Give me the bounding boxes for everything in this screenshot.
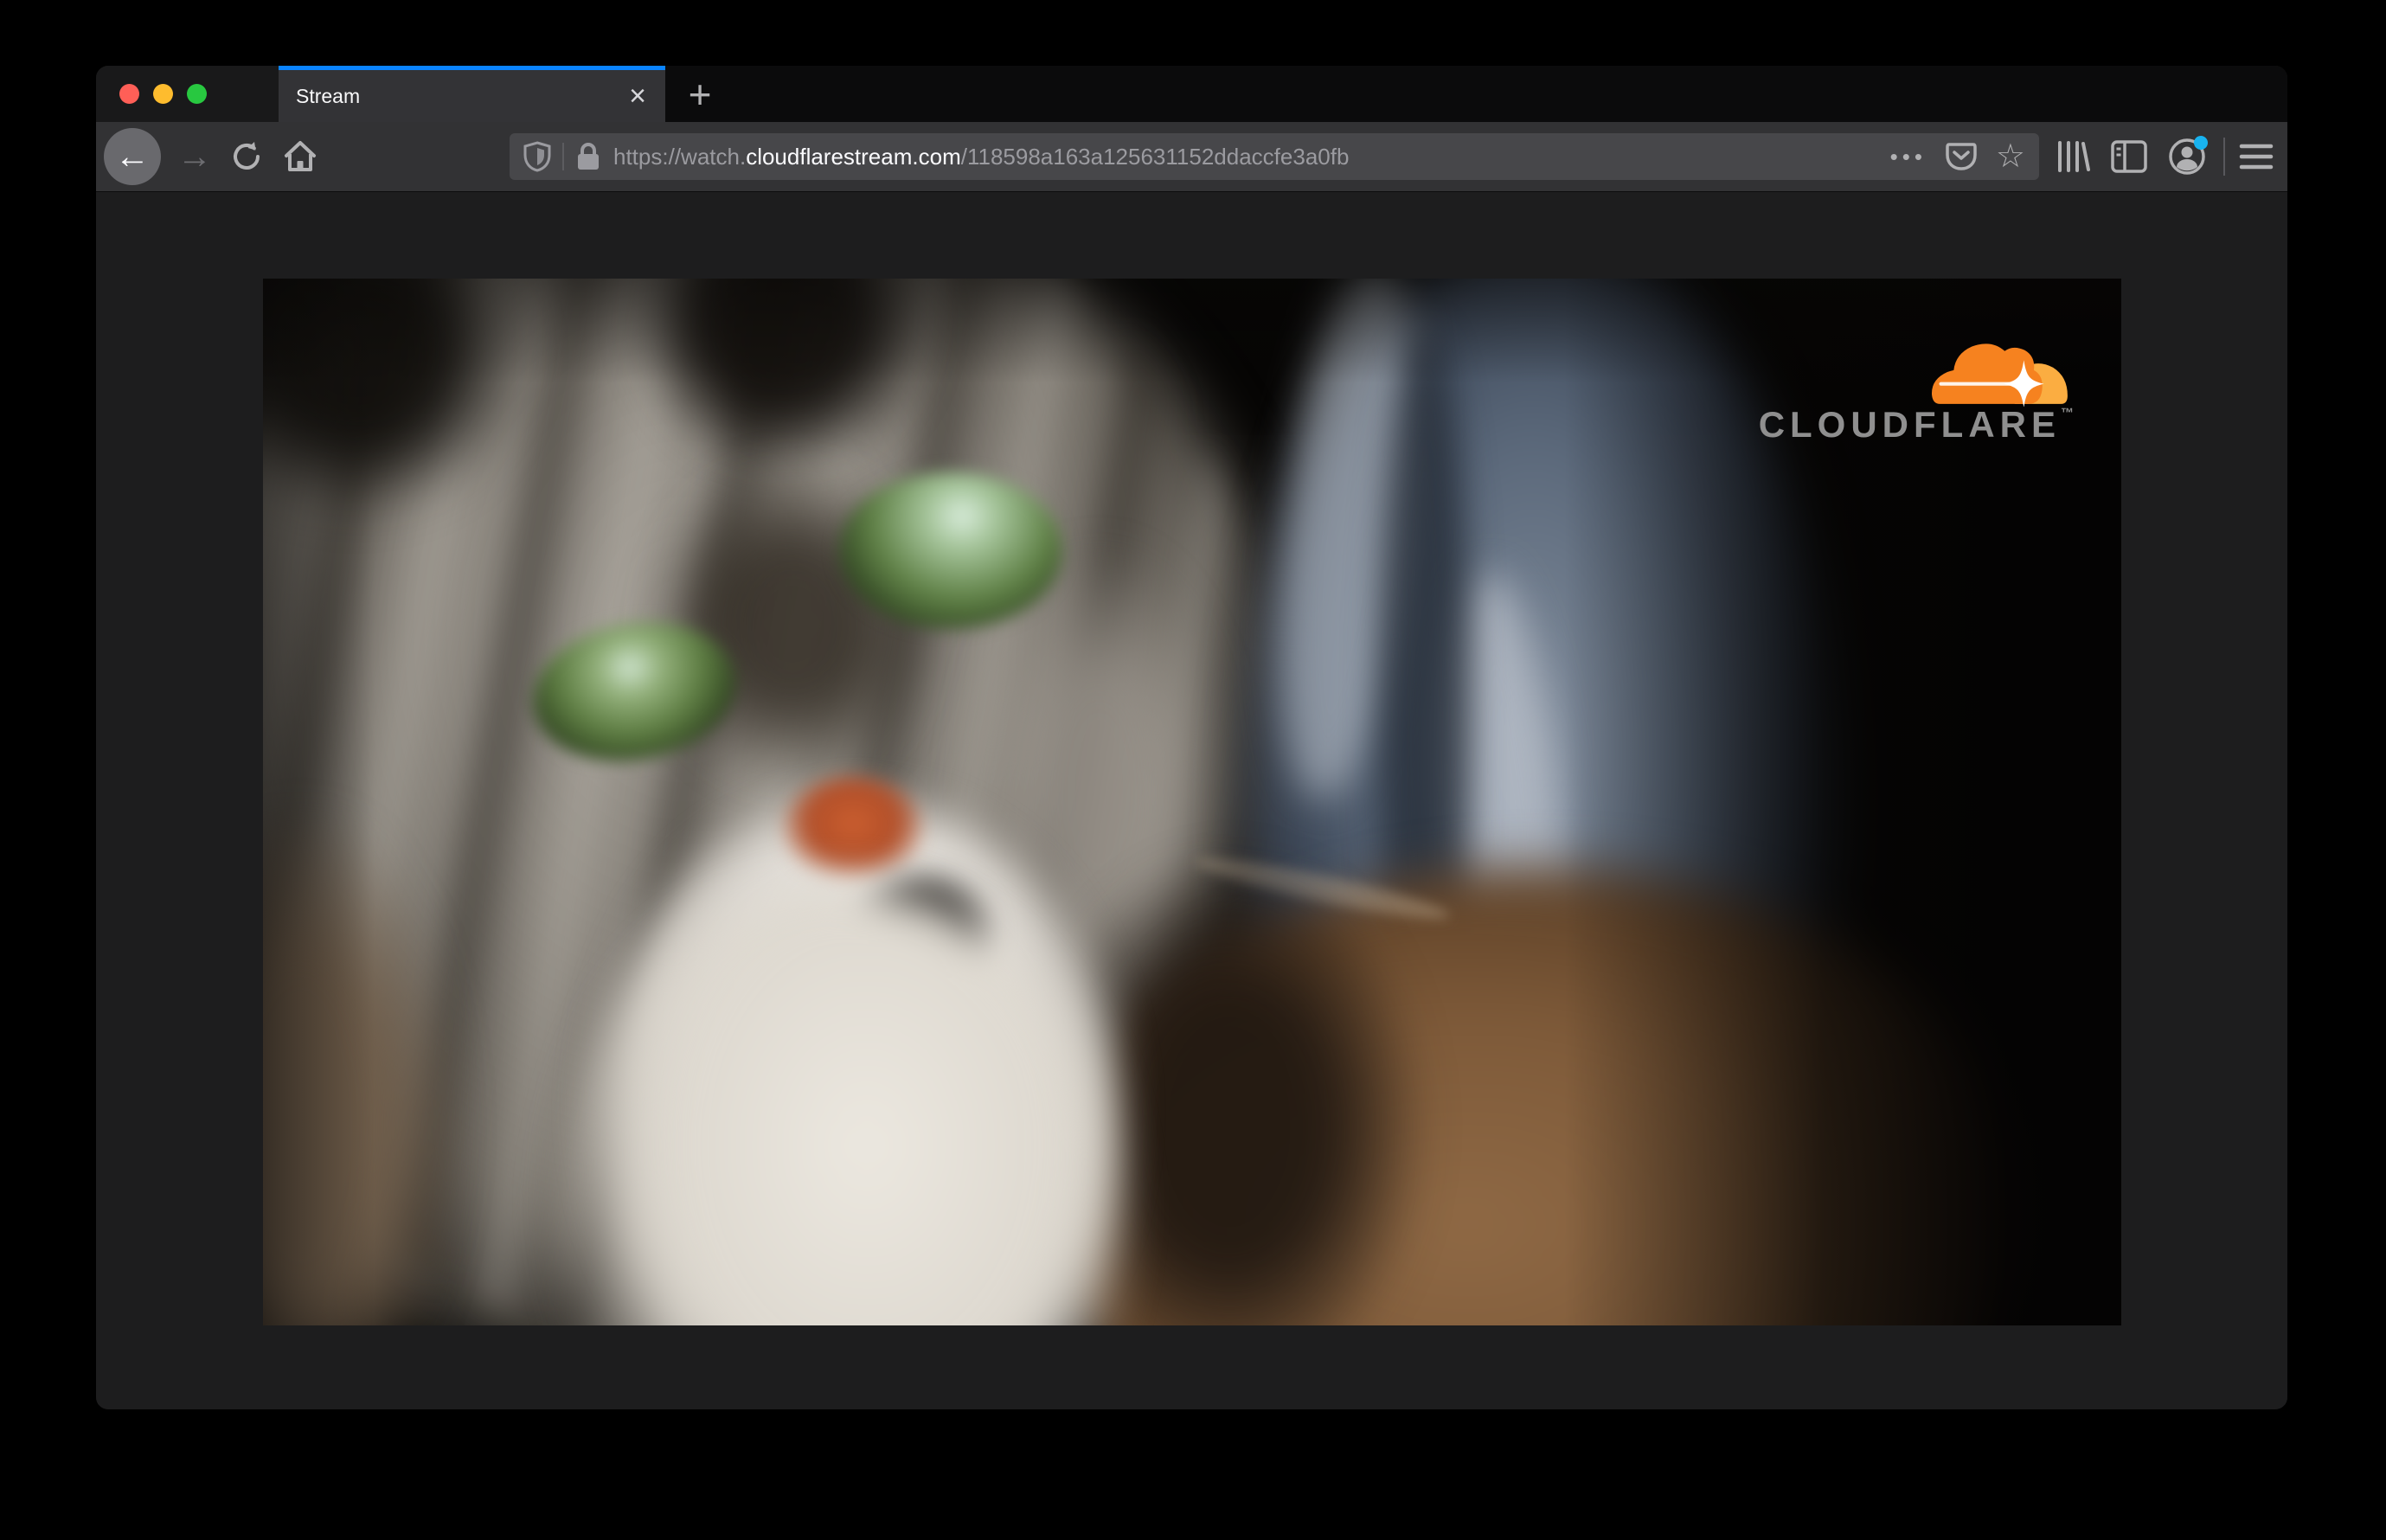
url-domain: cloudflarestream.com (746, 143, 961, 170)
menu-button[interactable] (2232, 132, 2280, 181)
back-arrow-icon: ← (115, 137, 150, 176)
cloudflare-trademark: ™ (2061, 406, 2074, 420)
sidebar-button[interactable] (2105, 132, 2153, 181)
tracking-protection-shield-icon[interactable] (523, 141, 551, 172)
back-button[interactable]: ← (104, 128, 161, 185)
tab-bar: Stream × + (96, 66, 2287, 122)
navigation-toolbar: ← → https://watch.cloudflarestream.com/1… (96, 122, 2287, 192)
video-player[interactable]: CLOUDFLARE™ (263, 279, 2121, 1325)
home-button[interactable] (274, 131, 326, 183)
toolbar-separator (2223, 138, 2225, 176)
account-button[interactable] (2163, 132, 2211, 181)
url-scheme: https://watch. (613, 143, 747, 170)
url-text[interactable]: https://watch.cloudflarestream.com/11859… (613, 144, 1880, 170)
browser-window: Stream × + ← → https://watch.cloudflares… (96, 66, 2287, 1409)
url-path: /118598a163a125631152ddaccfe3a0fb (960, 143, 1350, 170)
traffic-light-zoom-button[interactable] (187, 84, 207, 104)
page-actions-button[interactable]: ••• (1890, 145, 1927, 168)
toolbar-right-group (2039, 132, 2280, 181)
new-tab-button[interactable]: + (665, 66, 734, 122)
page-content: CLOUDFLARE™ (96, 192, 2287, 1409)
cloudflare-logo: CLOUDFLARE™ (1759, 320, 2074, 443)
traffic-light-minimize-button[interactable] (153, 84, 173, 104)
cloudflare-wordmark: CLOUDFLARE™ (1759, 407, 2074, 443)
tab-title: Stream (296, 84, 361, 107)
hamburger-menu-icon (2239, 144, 2274, 170)
tab-close-icon[interactable]: × (625, 81, 650, 111)
cloudflare-wordmark-text: CLOUDFLARE (1758, 404, 2061, 445)
bookmark-star-button[interactable]: ☆ (1996, 140, 2025, 173)
url-bar-actions: ••• ☆ (1890, 140, 2025, 173)
tab-stream[interactable]: Stream × (279, 66, 665, 122)
library-icon (2058, 141, 2090, 172)
url-bar[interactable]: https://watch.cloudflarestream.com/11859… (510, 133, 2039, 180)
forward-arrow-icon: → (177, 137, 212, 176)
library-button[interactable] (2049, 132, 2097, 181)
pocket-icon[interactable] (1946, 142, 1977, 171)
account-notification-dot (2194, 136, 2208, 150)
sidebar-icon (2111, 140, 2147, 173)
lock-icon[interactable] (575, 142, 601, 171)
plus-icon: + (688, 71, 712, 117)
reload-icon (234, 142, 260, 170)
url-bar-divider (562, 143, 564, 170)
macos-titlebar (96, 66, 279, 122)
home-icon (285, 141, 316, 171)
cloudflare-cloud-icon (1931, 343, 2068, 407)
reload-button[interactable] (221, 131, 273, 183)
forward-button[interactable]: → (169, 131, 221, 183)
traffic-light-close-button[interactable] (119, 84, 139, 104)
